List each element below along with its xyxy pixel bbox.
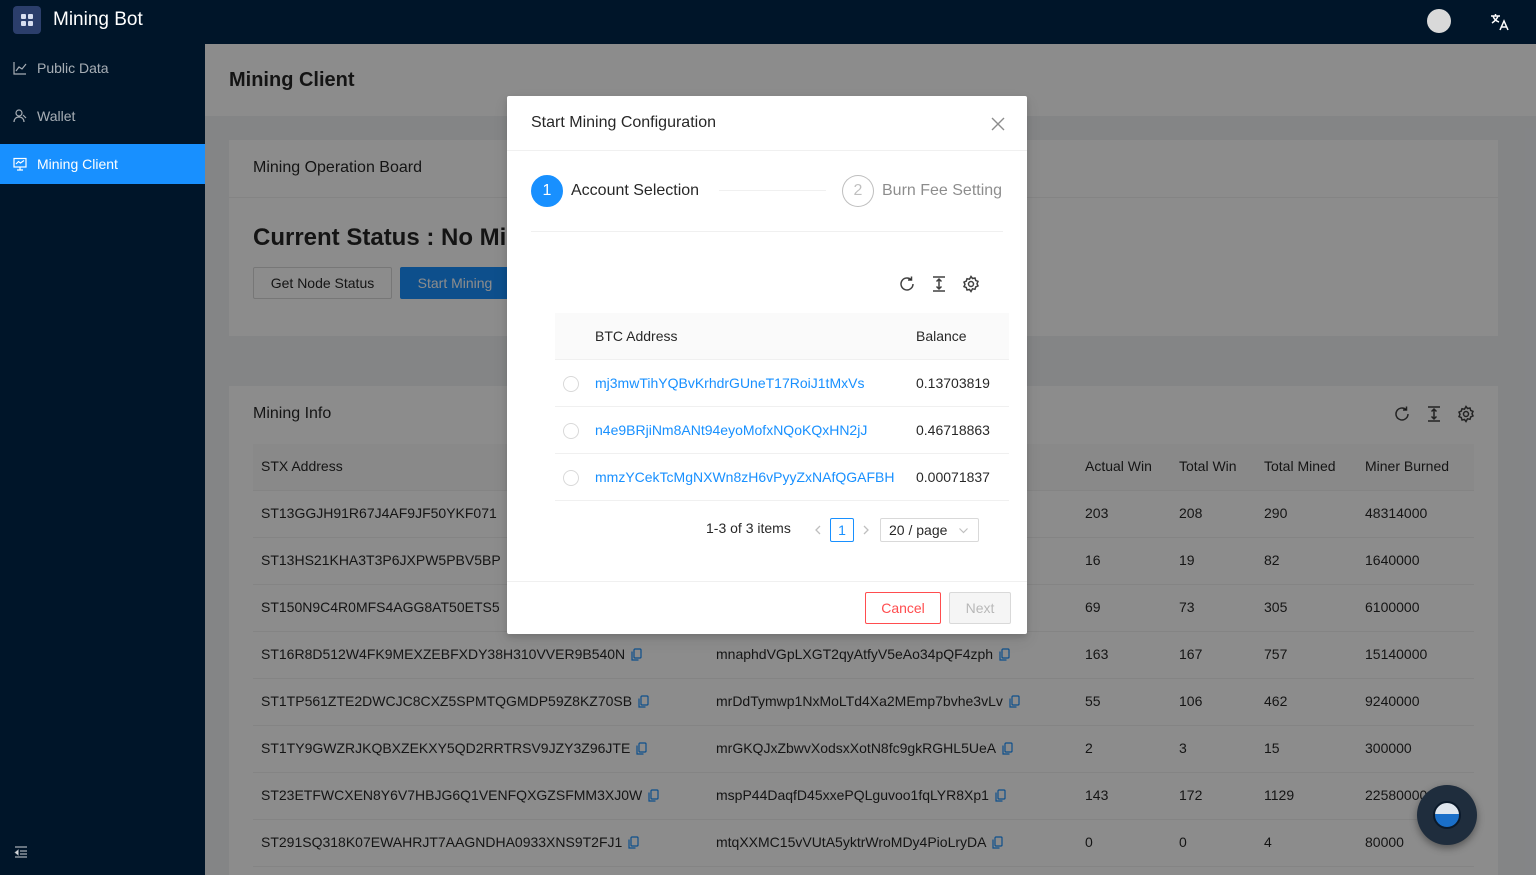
chevron-down-icon <box>959 528 968 534</box>
next-button[interactable]: Next <box>949 592 1011 624</box>
divider <box>507 150 1027 151</box>
divider <box>555 500 1009 501</box>
app-brand: Mining Bot <box>53 9 143 30</box>
close-icon[interactable] <box>990 116 1006 132</box>
setting-icon[interactable] <box>962 275 980 293</box>
sidebar-item-mining-client[interactable]: Mining Client <box>0 144 205 184</box>
chevron-left-icon[interactable] <box>812 524 824 536</box>
step-1-circle: 1 <box>531 175 563 207</box>
divider <box>555 406 1009 407</box>
sidebar-item-label: Public Data <box>37 60 109 76</box>
column-header-balance: Balance <box>916 328 967 344</box>
page-size-value: 20 / page <box>889 522 948 538</box>
btc-address-link[interactable]: mj3mwTihYQBvKrhdrGUneT17RoiJ1tMxVs <box>595 375 864 391</box>
user-icon <box>13 109 27 123</box>
pagination-page-1[interactable]: 1 <box>830 518 854 542</box>
pagination-total: 1-3 of 3 items <box>706 520 791 536</box>
start-mining-modal: Start Mining Configuration 1 Account Sel… <box>507 96 1027 634</box>
balance-value: 0.13703819 <box>916 375 990 391</box>
sidebar-item-label: Mining Client <box>37 156 118 172</box>
menu-fold-icon[interactable] <box>13 844 29 860</box>
avatar[interactable] <box>1427 9 1451 33</box>
top-header: Mining Bot <box>0 0 1536 44</box>
step-2-title: Burn Fee Setting <box>882 182 1003 199</box>
reload-icon[interactable] <box>898 275 916 293</box>
line-chart-icon <box>13 62 27 75</box>
step-2-circle: 2 <box>842 175 874 207</box>
step-1-title: Account Selection <box>571 182 700 199</box>
divider <box>555 453 1009 454</box>
floating-action-button[interactable] <box>1417 785 1477 845</box>
sidebar: Public Data Wallet Mining Client <box>0 44 205 875</box>
sidebar-item-public-data[interactable]: Public Data <box>0 48 205 88</box>
account-radio-1[interactable] <box>563 376 579 392</box>
btc-address-link[interactable]: n4e9BRjiNm8ANt94eyoMofxNQoKQxHN2jJ <box>595 422 867 438</box>
desktop-icon <box>13 157 27 171</box>
globe-icon <box>1433 801 1461 829</box>
translate-icon[interactable] <box>1488 11 1510 33</box>
account-radio-3[interactable] <box>563 470 579 486</box>
divider <box>507 581 1027 582</box>
app-logo-icon <box>13 6 41 34</box>
balance-value: 0.00071837 <box>916 469 990 485</box>
balance-value: 0.46718863 <box>916 422 990 438</box>
sidebar-item-label: Wallet <box>37 108 76 124</box>
account-radio-2[interactable] <box>563 423 579 439</box>
modal-title: Start Mining Configuration <box>531 114 716 131</box>
cancel-button[interactable]: Cancel <box>865 592 941 624</box>
step-connector <box>719 190 826 191</box>
btc-address-link[interactable]: mmzYCekTcMgNXWn8zH6vPyyZxNAfQGAFBH <box>595 469 894 485</box>
sidebar-item-wallet[interactable]: Wallet <box>0 96 205 136</box>
chevron-right-icon[interactable] <box>860 524 872 536</box>
page-size-select[interactable]: 20 / page <box>880 518 979 542</box>
column-height-icon[interactable] <box>930 275 948 293</box>
divider <box>531 231 1003 232</box>
column-header-btc-address: BTC Address <box>595 328 678 344</box>
